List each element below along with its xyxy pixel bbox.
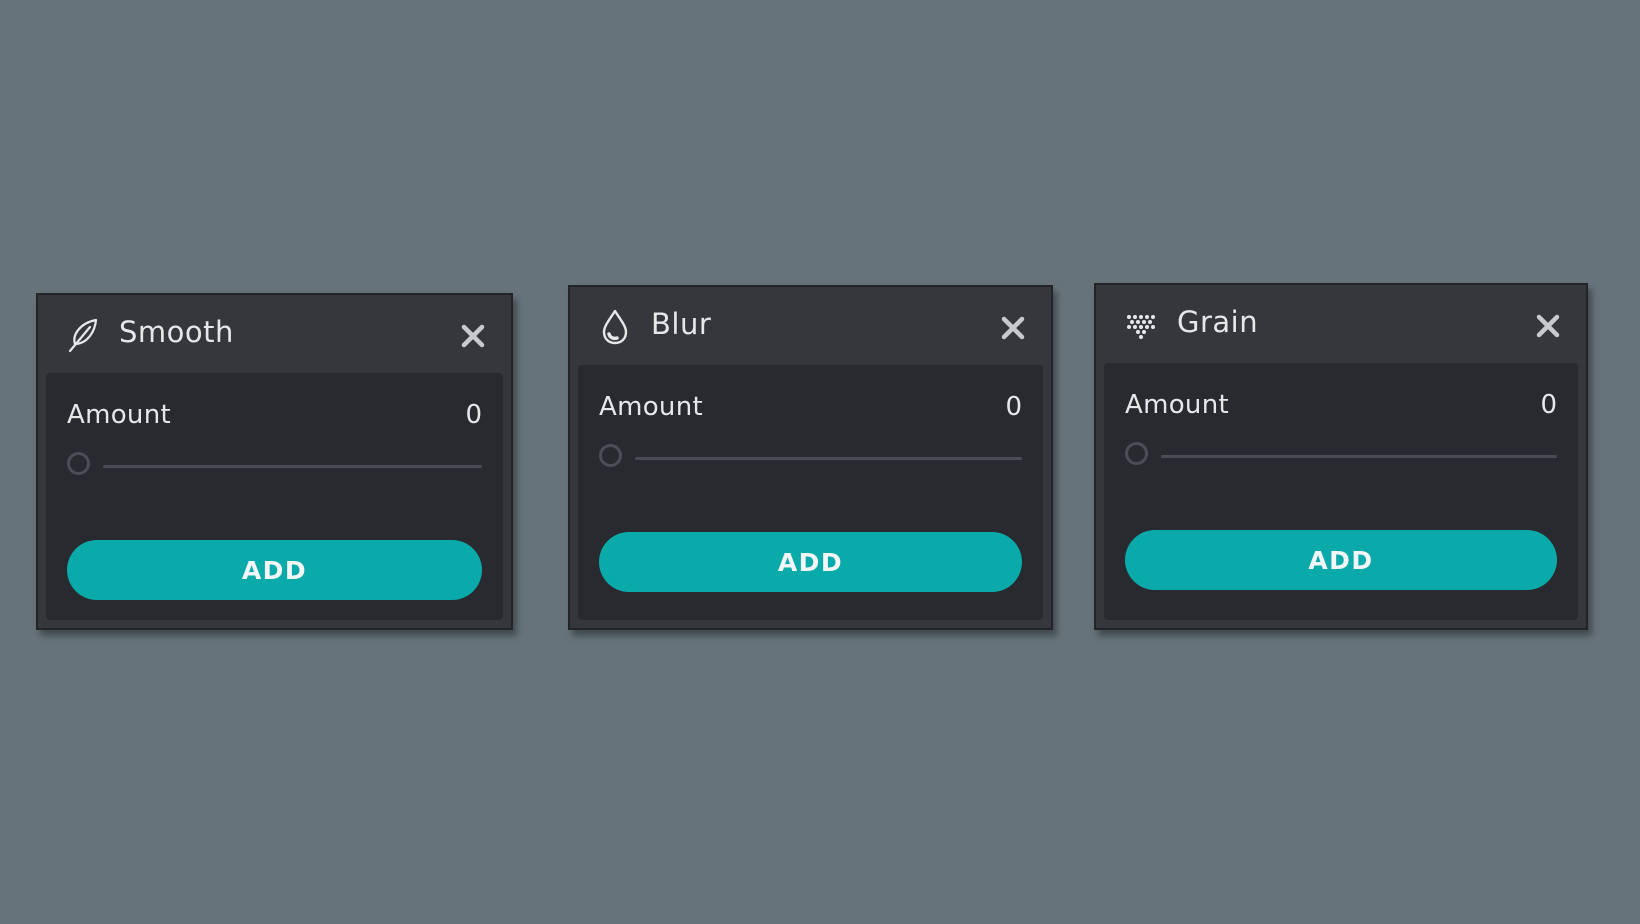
close-button[interactable] [459, 322, 487, 350]
slider-track[interactable] [103, 465, 482, 468]
panel-title: Grain [1177, 305, 1259, 339]
effect-panel-blur: Blur Amount 0 ADD [568, 285, 1053, 630]
panel-header: Grain [1096, 285, 1586, 363]
amount-value: 0 [465, 400, 482, 430]
close-icon [461, 324, 485, 348]
panel-body: Amount 0 ADD [46, 373, 503, 620]
amount-slider[interactable] [1125, 441, 1557, 471]
panel-title: Blur [651, 307, 712, 341]
amount-slider[interactable] [67, 451, 482, 481]
add-button[interactable]: ADD [67, 540, 482, 600]
effect-panel-smooth: Smooth Amount 0 ADD [36, 293, 513, 630]
slider-thumb[interactable] [67, 452, 90, 475]
panel-body: Amount 0 ADD [578, 365, 1043, 620]
feather-icon [66, 317, 100, 353]
droplet-icon [598, 309, 632, 345]
add-button[interactable]: ADD [599, 532, 1022, 592]
amount-value: 0 [1540, 390, 1557, 420]
amount-label: Amount [1125, 390, 1229, 420]
slider-track[interactable] [635, 457, 1022, 460]
grain-dots-icon [1124, 307, 1158, 343]
slider-thumb[interactable] [599, 444, 622, 467]
panel-header: Smooth [38, 295, 511, 373]
add-button[interactable]: ADD [1125, 530, 1557, 590]
panel-header: Blur [570, 287, 1051, 365]
amount-label: Amount [67, 400, 171, 430]
close-icon [1001, 316, 1025, 340]
amount-value: 0 [1005, 392, 1022, 422]
panel-body: Amount 0 ADD [1104, 363, 1578, 620]
slider-track[interactable] [1161, 455, 1557, 458]
panel-title: Smooth [119, 315, 234, 349]
effect-panel-grain: Grain Amount 0 ADD [1094, 283, 1588, 630]
amount-slider[interactable] [599, 443, 1022, 473]
amount-label: Amount [599, 392, 703, 422]
close-button[interactable] [1534, 312, 1562, 340]
close-icon [1536, 314, 1560, 338]
slider-thumb[interactable] [1125, 442, 1148, 465]
close-button[interactable] [999, 314, 1027, 342]
